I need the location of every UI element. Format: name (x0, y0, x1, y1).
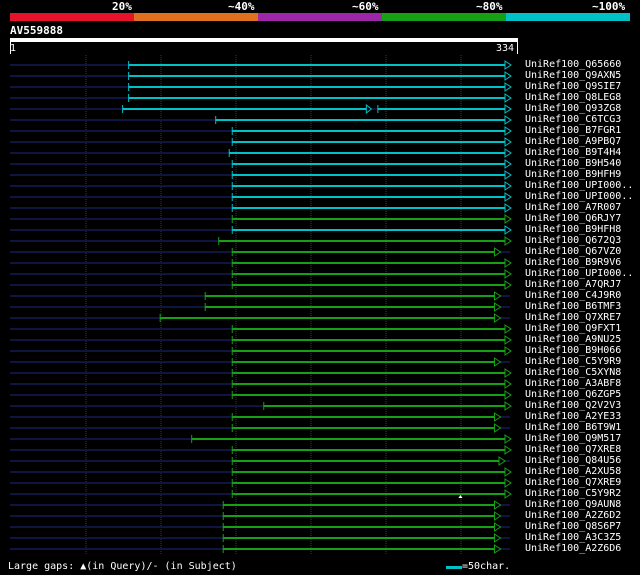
hit-label-link[interactable]: UniRef100_Q67VZ0 (525, 246, 621, 257)
hit-end-arrow (493, 247, 502, 257)
hit-label-link[interactable]: UniRef100_A2Z6D6 (525, 543, 621, 554)
hit-end-arrow (504, 71, 512, 81)
hit-end-arrow (504, 203, 512, 213)
hit-label-link[interactable]: UniRef100_Q84U56 (525, 455, 621, 466)
hit-end-arrow (504, 258, 512, 268)
hit-label-link[interactable]: UniRef100_Q93ZG8 (525, 103, 621, 114)
scale-bar (446, 566, 462, 569)
hit-end-arrow (504, 214, 512, 224)
hit-end-arrow (504, 82, 512, 92)
hit-label-link[interactable]: UniRef100_UPI000.. (525, 191, 633, 202)
hit-end-arrow (504, 434, 512, 444)
hit-end-arrow (493, 544, 502, 554)
hit-label-link[interactable]: UniRef100_A2Z6D2 (525, 510, 621, 521)
hit-end-arrow (504, 379, 512, 389)
alignment-area: UniRef100_Q65660 UniRef100_Q9AXN5 UniRef10… (0, 0, 640, 575)
hit-end-arrow (504, 60, 512, 70)
hit-gap-arrow (365, 103, 373, 115)
hit-label-link[interactable]: UniRef100_C5Y9R9 (525, 356, 621, 367)
hit-end-arrow (493, 533, 502, 543)
hit-label-link[interactable]: UniRef100_B9H066 (525, 345, 621, 356)
hit-label-link[interactable]: UniRef100_B7FGR1 (525, 125, 621, 136)
hit-label-link[interactable]: UniRef100_Q7XRE8 (525, 444, 621, 455)
hit-label-link[interactable]: UniRef100_Q8S6P7 (525, 521, 621, 532)
hit-label-link[interactable]: UniRef100_B9HFH9 (525, 169, 621, 180)
hit-label-link[interactable]: UniRef100_A3ABF8 (525, 378, 621, 389)
hit-label-link[interactable]: UniRef100_UPI000.. (525, 180, 633, 191)
hit-end-arrow (504, 280, 512, 290)
hit-end-arrow (504, 346, 512, 356)
hit-end-arrow (504, 489, 512, 499)
hit-end-arrow (493, 291, 502, 301)
hit-end-arrow (504, 368, 512, 378)
hit-end-arrow (504, 335, 512, 345)
hit-label-link[interactable]: UniRef100_C4J9R0 (525, 290, 621, 301)
hit-end-arrow (504, 324, 512, 334)
hit-end-arrow (493, 511, 502, 521)
hit-end-arrow (504, 115, 512, 125)
scale-text: =50char. (462, 561, 511, 572)
hit-end-arrow (504, 170, 512, 180)
hit-end-arrow (493, 302, 502, 312)
hit-label-link[interactable]: UniRef100_A2YE33 (525, 411, 621, 422)
hit-label-link[interactable]: UniRef100_A2XU58 (525, 466, 621, 477)
hit-end-arrow (504, 181, 512, 191)
hit-label-link[interactable]: UniRef100_B9R9V6 (525, 257, 621, 268)
hit-label-link[interactable]: UniRef100_Q7XRE7 (525, 312, 621, 323)
hit-end-arrow (493, 500, 502, 510)
hit-end-arrow (493, 423, 502, 433)
hit-end-arrow (493, 522, 502, 532)
hit-end-arrow (493, 313, 502, 323)
hit-label-link[interactable]: UniRef100_Q9FXT1 (525, 323, 621, 334)
query-gap-marker (458, 495, 463, 498)
hit-end-arrow (504, 137, 512, 147)
hit-end-arrow (504, 225, 512, 235)
hit-end-arrow (504, 467, 512, 477)
hit-label-link[interactable]: UniRef100_UPI000.. (525, 268, 633, 279)
hit-end-arrow (504, 478, 512, 488)
hit-label-link[interactable]: UniRef100_Q9AXN5 (525, 70, 621, 81)
hit-label-link[interactable]: UniRef100_A3C3Z5 (525, 532, 621, 543)
hit-end-arrow (504, 192, 512, 202)
footer: Large gaps: ▲(in Query)/- (in Subject) =… (0, 560, 640, 575)
hit-label-link[interactable]: UniRef100_Q2V2V3 (525, 400, 621, 411)
hit-end-arrow (504, 93, 512, 103)
hit-label-link[interactable]: UniRef100_C6TCG3 (525, 114, 621, 125)
hit-label-link[interactable]: UniRef100_A7R007 (525, 202, 621, 213)
hit-label-link[interactable]: UniRef100_A9NU25 (525, 334, 621, 345)
hit-label-link[interactable]: UniRef100_B9H540 (525, 158, 621, 169)
hit-end-arrow (504, 126, 512, 136)
hit-end-arrow (504, 269, 512, 279)
hit-end-arrow (504, 445, 512, 455)
hit-label-link[interactable]: UniRef100_Q9M517 (525, 433, 621, 444)
hit-label-link[interactable]: UniRef100_Q9SIE7 (525, 81, 621, 92)
hit-label-link[interactable]: UniRef100_C5XYN8 (525, 367, 621, 378)
hit-end-arrow (493, 412, 502, 422)
hit-label-link[interactable]: UniRef100_Q6RJY7 (525, 213, 621, 224)
hit-end-arrow (504, 236, 512, 246)
hit-label-link[interactable]: UniRef100_B9T4H4 (525, 147, 621, 158)
hit-end-arrow (498, 456, 506, 466)
hit-label-link[interactable]: UniRef100_A9PBQ7 (525, 136, 621, 147)
gap-legend: Large gaps: ▲(in Query)/- (in Subject) (8, 561, 237, 572)
hit-label-link[interactable]: UniRef100_Q672Q3 (525, 235, 621, 246)
hit-label-link[interactable]: UniRef100_B9HFH8 (525, 224, 621, 235)
hit-end-arrow (504, 401, 512, 411)
hit-end-arrow (493, 357, 502, 367)
hit-end-arrow (504, 159, 512, 169)
hit-end-arrow (504, 148, 512, 158)
hit-label-link[interactable]: UniRef100_Q8LEG8 (525, 92, 621, 103)
hit-end-arrow (504, 390, 512, 400)
hit-label-link[interactable]: UniRef100_C5Y9R2 (525, 488, 621, 499)
hit-label-link[interactable]: UniRef100_A7QRJ7 (525, 279, 621, 290)
hit-end-arrow (504, 104, 512, 114)
hit-label-link[interactable]: UniRef100_Q9AUN8 (525, 499, 621, 510)
hit-label-link[interactable]: UniRef100_B6TMF3 (525, 301, 621, 312)
hit-label-link[interactable]: UniRef100_Q65660 (525, 59, 621, 70)
hit-label-link[interactable]: UniRef100_Q6ZGP5 (525, 389, 621, 400)
hit-label-link[interactable]: UniRef100_Q7XRE9 (525, 477, 621, 488)
hit-label-link[interactable]: UniRef100_B6T9W1 (525, 422, 621, 433)
